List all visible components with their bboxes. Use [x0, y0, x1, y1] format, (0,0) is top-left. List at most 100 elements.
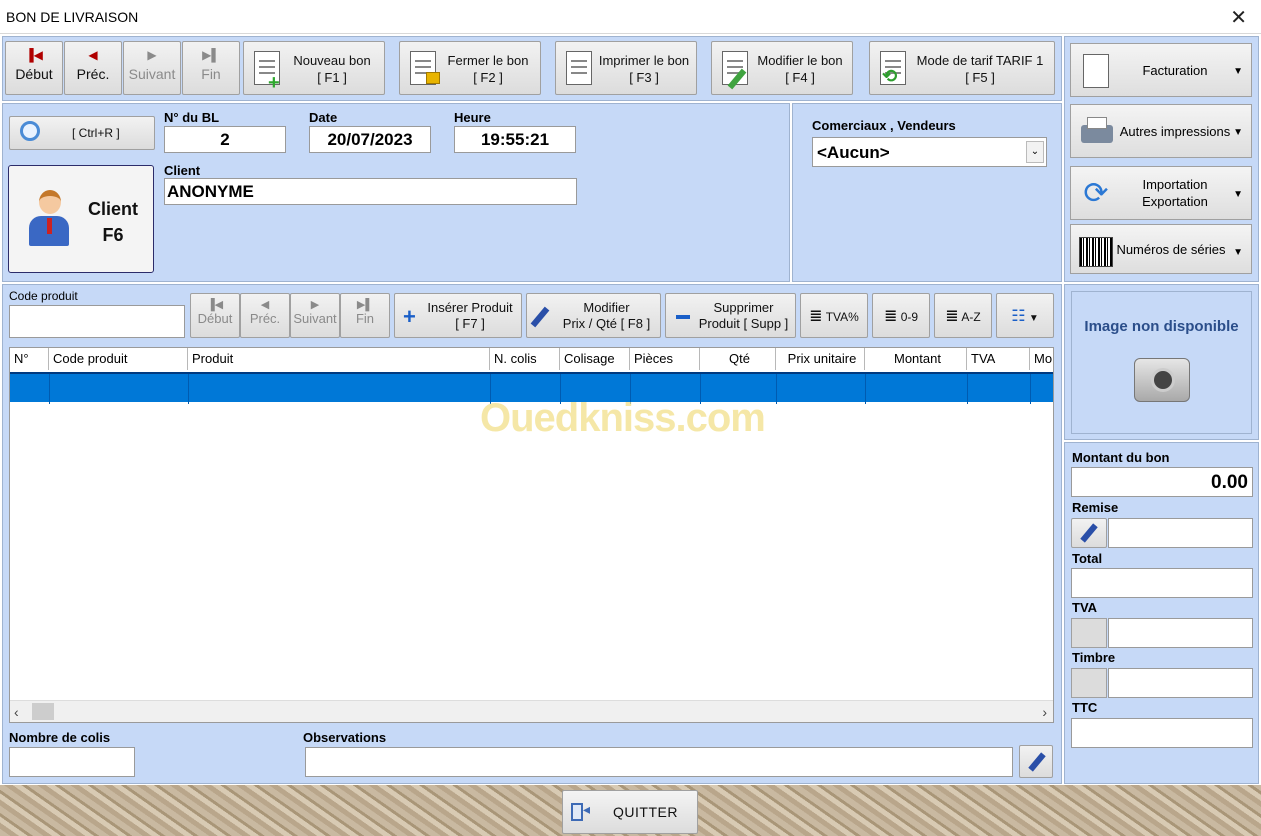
product-nav-debut-button[interactable]: ▐◀ Début — [190, 293, 240, 338]
column-header[interactable]: Produit — [188, 348, 490, 370]
column-header[interactable]: TVA — [967, 348, 1030, 370]
barcode-icon — [1079, 233, 1113, 271]
close-icon[interactable]: ✕ — [1230, 5, 1247, 30]
watermark: Ouedkniss.com — [480, 396, 766, 440]
sort-tva-button[interactable]: ≣ TVA% — [800, 293, 868, 338]
horizontal-scrollbar[interactable]: ‹ › — [10, 700, 1053, 722]
edit-remise-button[interactable] — [1071, 518, 1107, 548]
column-header[interactable]: Montant — [865, 348, 967, 370]
search-button[interactable]: [ Ctrl+R ] — [9, 116, 155, 150]
nav-debut-button[interactable]: ▐◀ Début — [5, 41, 63, 95]
top-toolbar: ▐◀ Début ◀ Préc. ▶ Suivant ▶▌ Fin + Nouv… — [2, 36, 1062, 101]
date-field[interactable]: 20/07/2023 — [309, 126, 431, 153]
import-export-button[interactable]: ⟳ Importation Exportation ▼ — [1070, 166, 1252, 220]
column-header[interactable]: Pièces — [630, 348, 700, 370]
columns-menu-button[interactable]: ☷ ▼ — [996, 293, 1054, 338]
code-produit-label: Code produit — [9, 289, 78, 303]
product-nav-fin-button[interactable]: ▶▌ Fin — [340, 293, 390, 338]
chevron-down-icon[interactable]: ⌄ — [1026, 141, 1044, 163]
lock-icon — [426, 72, 440, 84]
modifier-prix-button[interactable]: Modifier Prix / Qté [ F8 ] — [526, 293, 661, 338]
list-icon: ≣ — [809, 308, 823, 325]
nav-suivant-button[interactable]: ▶ Suivant — [123, 41, 181, 95]
bl-label: N° du BL — [164, 110, 220, 125]
modifier-bon-button[interactable]: Modifier le bon[ F4 ] — [711, 41, 853, 95]
image-unavailable-text: Image non disponible — [1084, 318, 1239, 335]
table-header: N° Code produit Produit N. colis Colisag… — [10, 348, 1053, 370]
tva-label: TVA — [1072, 600, 1098, 615]
last-icon: ▶▌ — [202, 48, 220, 62]
column-header[interactable]: Mo — [1030, 348, 1053, 370]
plus-icon: + — [403, 304, 416, 329]
tva-toggle[interactable] — [1071, 618, 1107, 648]
column-header[interactable]: N. colis — [490, 348, 560, 370]
column-header[interactable]: Qté — [700, 348, 776, 370]
client-field[interactable]: ANONYME — [164, 178, 577, 205]
product-nav-suivant-button[interactable]: ▶ Suivant — [290, 293, 340, 338]
client-button[interactable]: Client F6 — [8, 165, 154, 273]
pen-icon — [530, 306, 550, 328]
camera-icon — [1134, 358, 1190, 402]
time-field[interactable]: 19:55:21 — [454, 126, 576, 153]
first-icon: ▐◀ — [206, 299, 224, 311]
sync-icon: ⟳ — [1083, 177, 1109, 210]
dropdown-arrow-icon: ▼ — [1233, 247, 1243, 258]
first-icon: ▐◀ — [25, 48, 43, 62]
minus-icon — [676, 315, 690, 319]
dropdown-arrow-icon: ▼ — [1233, 66, 1243, 77]
sort-09-button[interactable]: ≣ 0-9 — [872, 293, 930, 338]
previous-icon: ◀ — [88, 48, 98, 62]
total-field — [1071, 568, 1253, 598]
colis-label: Nombre de colis — [9, 730, 111, 745]
column-header[interactable]: N° — [10, 348, 49, 370]
date-label: Date — [309, 110, 338, 125]
timbre-toggle[interactable] — [1071, 668, 1107, 698]
sort-az-button[interactable]: ≣ A-Z — [934, 293, 992, 338]
code-produit-input[interactable] — [9, 305, 185, 338]
ttc-label: TTC — [1072, 700, 1098, 715]
scroll-right-icon[interactable]: › — [1042, 704, 1047, 720]
ttc-field — [1071, 718, 1253, 748]
column-header[interactable]: Prix unitaire — [776, 348, 865, 370]
scroll-left-icon[interactable]: ‹ — [14, 704, 19, 720]
products-table: N° Code produit Produit N. colis Colisag… — [9, 347, 1054, 723]
column-header[interactable]: Code produit — [49, 348, 188, 370]
column-header[interactable]: Colisage — [560, 348, 630, 370]
autres-impressions-button[interactable]: Autres impressions ▼ — [1070, 104, 1252, 158]
user-icon — [27, 190, 71, 248]
mode-tarif-button[interactable]: ⟲ Mode de tarif TARIF 1[ F5 ] — [869, 41, 1055, 95]
bl-number-field[interactable]: 2 — [164, 126, 286, 153]
exit-arrow-icon: ◂ — [583, 801, 591, 817]
quitter-button[interactable]: ◂ QUITTER — [562, 790, 698, 834]
list-icon: ≣ — [945, 308, 959, 325]
time-label: Heure — [454, 110, 491, 125]
nav-prec-button[interactable]: ◀ Préc. — [64, 41, 122, 95]
edit-observations-button[interactable] — [1019, 745, 1053, 778]
last-icon: ▶▌ — [356, 299, 374, 311]
montant-field: 0.00 — [1071, 467, 1253, 497]
exit-door-icon — [571, 803, 583, 821]
pen-icon — [1028, 752, 1046, 772]
observations-field[interactable] — [305, 747, 1013, 777]
document-icon — [1079, 52, 1113, 90]
print-document-icon — [566, 51, 592, 85]
product-nav-prec-button[interactable]: ◀ Préc. — [240, 293, 290, 338]
numeros-series-button[interactable]: Numéros de séries ▼ — [1070, 224, 1252, 274]
fermer-bon-button[interactable]: Fermer le bon[ F2 ] — [399, 41, 541, 95]
remise-field[interactable] — [1108, 518, 1253, 548]
scroll-thumb[interactable] — [32, 703, 54, 720]
facturation-button[interactable]: Facturation ▼ — [1070, 43, 1252, 97]
nav-fin-button[interactable]: ▶▌ Fin — [182, 41, 240, 95]
nouveau-bon-button[interactable]: + Nouveau bon[ F1 ] — [243, 41, 385, 95]
dropdown-arrow-icon: ▼ — [1233, 189, 1243, 200]
imprimer-bon-button[interactable]: Imprimer le bon[ F3 ] — [555, 41, 697, 95]
supprimer-produit-button[interactable]: Supprimer Produit [ Supp ] — [665, 293, 796, 338]
printer-icon — [1079, 113, 1113, 151]
plus-icon: + — [268, 72, 280, 94]
next-icon: ▶ — [310, 299, 320, 311]
window-title: BON DE LIVRAISON — [6, 9, 139, 25]
previous-icon: ◀ — [260, 299, 270, 311]
nombre-colis-field[interactable] — [9, 747, 135, 777]
vendeurs-select[interactable]: <Aucun> ⌄ — [812, 137, 1047, 167]
inserer-produit-button[interactable]: + Insérer Produit[ F7 ] — [394, 293, 522, 338]
